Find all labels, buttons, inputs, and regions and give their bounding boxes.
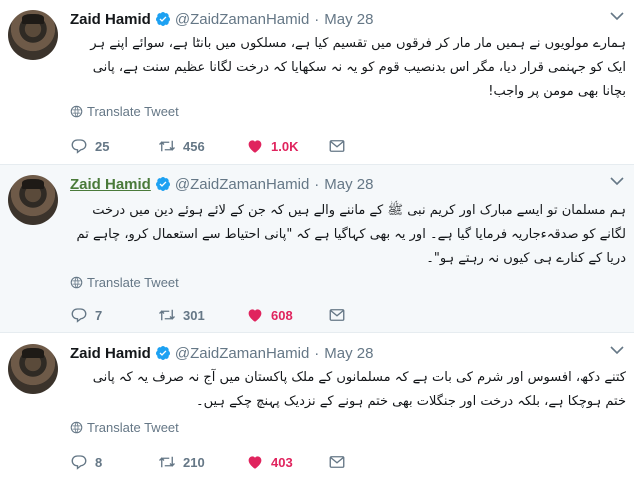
display-name[interactable]: Zaid Hamid bbox=[70, 176, 151, 193]
like-button[interactable]: 608 bbox=[246, 306, 328, 324]
tweet-text: ہم مسلمان تو ایسے مبارک اور کریم نبی ﷺ ک… bbox=[76, 203, 626, 266]
tweet-3[interactable]: Zaid Hamid @ZaidZamanHamid · May 28 کتنے… bbox=[0, 334, 634, 488]
separator-dot: · bbox=[314, 344, 320, 362]
avatar[interactable] bbox=[8, 175, 58, 225]
handle[interactable]: @ZaidZamanHamid bbox=[175, 176, 309, 193]
globe-icon bbox=[70, 421, 83, 434]
translate-label[interactable]: Translate Tweet bbox=[87, 275, 179, 290]
timestamp[interactable]: May 28 bbox=[324, 345, 373, 362]
reply-count: 8 bbox=[95, 454, 103, 470]
reply-icon bbox=[71, 308, 87, 323]
tweet-actions: 25 456 1.0K bbox=[70, 137, 346, 155]
share-button[interactable] bbox=[328, 453, 346, 471]
translate-label[interactable]: Translate Tweet bbox=[87, 420, 179, 435]
handle[interactable]: @ZaidZamanHamid bbox=[175, 345, 309, 362]
reply-button[interactable]: 25 bbox=[70, 137, 158, 155]
separator-dot: · bbox=[314, 175, 320, 193]
like-count: 403 bbox=[271, 454, 293, 470]
chevron-down-icon[interactable] bbox=[610, 345, 624, 355]
retweet-button[interactable]: 301 bbox=[158, 306, 246, 324]
retweet-count: 301 bbox=[183, 307, 205, 323]
verified-badge-icon bbox=[155, 346, 170, 360]
retweet-count: 456 bbox=[183, 138, 205, 154]
tweet-actions: 8 210 403 bbox=[70, 453, 346, 471]
mail-icon bbox=[329, 456, 345, 468]
tweet-header: Zaid Hamid @ZaidZamanHamid · May 28 bbox=[70, 343, 374, 363]
display-name[interactable]: Zaid Hamid bbox=[70, 11, 151, 28]
translate-label[interactable]: Translate Tweet bbox=[87, 104, 179, 119]
reply-button[interactable]: 7 bbox=[70, 306, 158, 324]
reply-count: 7 bbox=[95, 307, 103, 323]
like-count: 608 bbox=[271, 307, 293, 323]
heart-icon bbox=[248, 309, 262, 322]
display-name[interactable]: Zaid Hamid bbox=[70, 345, 151, 362]
reply-count: 25 bbox=[95, 138, 110, 154]
retweet-icon bbox=[159, 140, 175, 152]
timestamp[interactable]: May 28 bbox=[324, 11, 373, 28]
tweet-text: کتنے دکھ، افسوس اور شرم کی بات ہے کہ مسل… bbox=[92, 370, 626, 409]
verified-badge-icon bbox=[155, 12, 170, 26]
reply-icon bbox=[71, 455, 87, 470]
chevron-down-icon[interactable] bbox=[610, 176, 624, 186]
globe-icon bbox=[70, 276, 83, 289]
verified-badge-icon bbox=[155, 177, 170, 191]
retweet-count: 210 bbox=[183, 454, 205, 470]
tweet-1[interactable]: Zaid Hamid @ZaidZamanHamid · May 28 ہمار… bbox=[0, 0, 634, 165]
retweet-icon bbox=[159, 309, 175, 321]
timestamp[interactable]: May 28 bbox=[324, 176, 373, 193]
translate-link[interactable]: Translate Tweet bbox=[70, 420, 179, 435]
like-button[interactable]: 1.0K bbox=[246, 137, 328, 155]
tweet-text: ہمارے مولویوں نے ہمیں مار مار کر فرقوں م… bbox=[90, 36, 626, 99]
globe-icon bbox=[70, 105, 83, 118]
translate-link[interactable]: Translate Tweet bbox=[70, 104, 179, 119]
handle[interactable]: @ZaidZamanHamid bbox=[175, 11, 309, 28]
tweet-header: Zaid Hamid @ZaidZamanHamid · May 28 bbox=[70, 174, 374, 194]
retweet-button[interactable]: 456 bbox=[158, 137, 246, 155]
reply-button[interactable]: 8 bbox=[70, 453, 158, 471]
tweet-2[interactable]: Zaid Hamid @ZaidZamanHamid · May 28 ہم م… bbox=[0, 165, 634, 333]
retweet-icon bbox=[159, 456, 175, 468]
translate-link[interactable]: Translate Tweet bbox=[70, 275, 179, 290]
mail-icon bbox=[329, 309, 345, 321]
heart-icon bbox=[248, 140, 262, 153]
avatar[interactable] bbox=[8, 344, 58, 394]
share-button[interactable] bbox=[328, 137, 346, 155]
retweet-button[interactable]: 210 bbox=[158, 453, 246, 471]
separator-dot: · bbox=[314, 10, 320, 28]
avatar[interactable] bbox=[8, 10, 58, 60]
tweet-header: Zaid Hamid @ZaidZamanHamid · May 28 bbox=[70, 9, 374, 29]
like-count: 1.0K bbox=[271, 138, 299, 154]
tweet-actions: 7 301 608 bbox=[70, 306, 346, 324]
reply-icon bbox=[71, 139, 87, 154]
like-button[interactable]: 403 bbox=[246, 453, 328, 471]
share-button[interactable] bbox=[328, 306, 346, 324]
heart-icon bbox=[248, 456, 262, 469]
mail-icon bbox=[329, 140, 345, 152]
chevron-down-icon[interactable] bbox=[610, 11, 624, 21]
